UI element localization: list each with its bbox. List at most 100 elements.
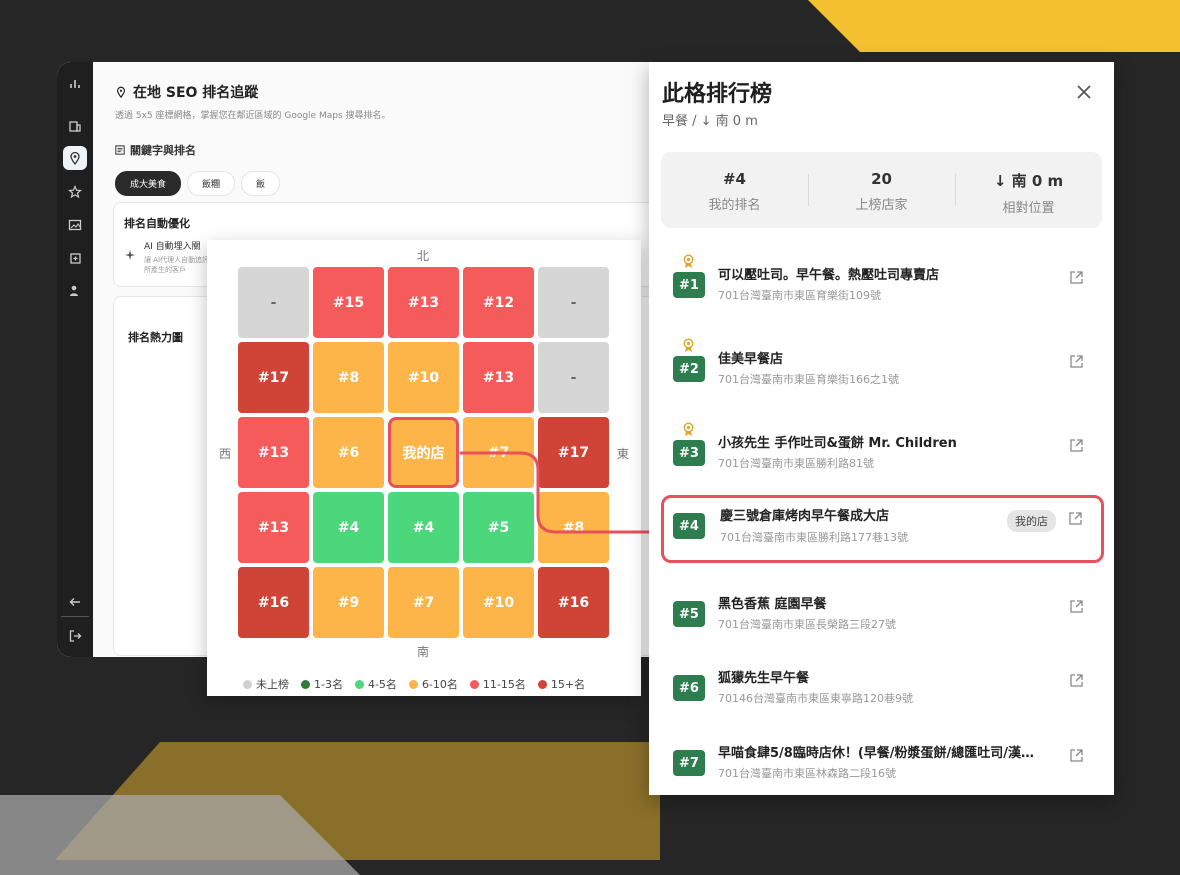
- legend-dot: [469, 680, 479, 689]
- heatmap-cell[interactable]: #17: [538, 417, 609, 488]
- heatmap-cell[interactable]: -: [238, 267, 309, 338]
- stat-my-rank: #4 我的排名: [661, 152, 808, 228]
- sidebar-rail: [57, 62, 93, 657]
- legend-item: 1-3名: [301, 676, 343, 692]
- back-arrow-icon[interactable]: [63, 590, 87, 614]
- heatmap-cell[interactable]: #4: [388, 492, 459, 563]
- heatmap-cell[interactable]: #12: [463, 267, 534, 338]
- external-link-icon[interactable]: [1069, 673, 1084, 688]
- heatmap-cell[interactable]: #16: [538, 567, 609, 638]
- bar-chart-icon[interactable]: [63, 72, 87, 96]
- external-link-icon[interactable]: [1068, 511, 1083, 526]
- heatmap-cell[interactable]: #16: [238, 567, 309, 638]
- stat-label: 我的排名: [708, 198, 761, 213]
- store-address: 701台灣臺南市東區育樂街166之1號: [718, 373, 899, 386]
- stat-label: 上榜店家: [855, 198, 908, 213]
- ranking-item[interactable]: #3 小孩先生 手作吐司&蛋餅 Mr. Children 701台灣臺南市東區勝利路…: [662, 422, 1102, 484]
- rank-badge: #4: [673, 513, 705, 539]
- star-icon[interactable]: [63, 180, 87, 204]
- legend-label: 未上榜: [256, 678, 289, 691]
- external-link-icon[interactable]: [1069, 748, 1084, 763]
- heatmap-cell[interactable]: #13: [238, 492, 309, 563]
- close-icon[interactable]: [1074, 82, 1094, 102]
- keywords-section-title: 關鍵字與排名: [115, 142, 196, 158]
- heatmap-cell[interactable]: #5: [463, 492, 534, 563]
- store-name: 早喵食肆5/8臨時店休！(早餐/粉漿蛋餅/總匯吐司/漢…: [718, 746, 1035, 761]
- ranking-item[interactable]: #5 黑色香蕉 庭園早餐 701台灣臺南市東區長榮路三段27號: [662, 583, 1102, 645]
- rank-badge: #2: [673, 356, 705, 382]
- rank-badge: #3: [673, 440, 705, 466]
- heatmap-cell[interactable]: #10: [388, 342, 459, 413]
- heatmap-cell[interactable]: #8: [538, 492, 609, 563]
- heatmap-card-title: 排名熱力圖: [128, 331, 183, 344]
- user-icon[interactable]: [63, 279, 87, 303]
- ranking-item-my-store[interactable]: #4 慶三號倉庫烤肉早午餐成大店 701台灣臺南市東區勝利路177巷13號 我的店: [661, 495, 1104, 563]
- image-icon[interactable]: [63, 213, 87, 237]
- legend-label: 15+名: [550, 678, 586, 691]
- logout-icon[interactable]: [63, 624, 87, 648]
- map-pin-icon: [116, 86, 126, 98]
- keyword-chip[interactable]: 成大美食: [115, 171, 182, 196]
- auto-optimize-title: 排名自動優化: [124, 217, 190, 230]
- medal-icon: [683, 338, 694, 352]
- map-pin-icon[interactable]: [63, 146, 87, 170]
- external-link-icon[interactable]: [1069, 599, 1084, 614]
- store-name: 黑色香蕉 庭園早餐: [718, 597, 827, 612]
- legend-item: 6-10名: [408, 676, 458, 692]
- ranking-item[interactable]: #6 狐獴先生早午餐 70146台灣臺南市東區東寧路120巷9號: [662, 657, 1102, 719]
- stat-value: ↓ 南 0 m: [993, 172, 1064, 190]
- stat-relative-position: ↓ 南 0 m 相對位置: [955, 152, 1102, 228]
- rank-badge: #6: [673, 675, 705, 701]
- heatmap-cell-my-store[interactable]: 我的店: [388, 417, 459, 488]
- legend-item: 11-15名: [469, 676, 526, 692]
- legend-item: 15+名: [537, 676, 586, 692]
- ranking-item[interactable]: #1 可以壓吐司。早午餐。熱壓吐司專賣店 701台灣臺南市東區育樂街109號: [662, 254, 1102, 316]
- heatmap-cell[interactable]: #7: [388, 567, 459, 638]
- compass-north: 北: [417, 249, 430, 263]
- keyword-chip[interactable]: 飯: [241, 171, 281, 196]
- building-icon[interactable]: [63, 114, 87, 138]
- heatmap-cell[interactable]: -: [538, 342, 609, 413]
- rank-badge: #5: [673, 601, 705, 627]
- ai-auto-description: 讓 AI代理人自動追評」所產生的客戶: [144, 256, 213, 274]
- ranking-stats: #4 我的排名 20 上榜店家 ↓ 南 0 m 相對位置: [661, 152, 1102, 228]
- legend-label: 6-10名: [421, 678, 458, 691]
- heatmap-cell[interactable]: #17: [238, 342, 309, 413]
- heatmap-cell[interactable]: #4: [313, 492, 384, 563]
- ranking-subtitle: 早餐 / ↓ 南 0 m: [662, 114, 758, 129]
- heatmap-cell[interactable]: #8: [313, 342, 384, 413]
- my-store-tag: 我的店: [1007, 510, 1056, 532]
- heatmap-cell[interactable]: #7: [463, 417, 534, 488]
- rank-badge: #7: [673, 750, 705, 776]
- add-content-icon[interactable]: [63, 246, 87, 270]
- legend-dot: [301, 680, 310, 689]
- heatmap-cell[interactable]: #15: [313, 267, 384, 338]
- store-name: 小孩先生 手作吐司&蛋餅 Mr. Children: [718, 436, 957, 451]
- heatmap-cell[interactable]: -: [538, 267, 609, 338]
- heatmap-cell[interactable]: #13: [463, 342, 534, 413]
- heatmap-cell[interactable]: #10: [463, 567, 534, 638]
- cell-ranking-panel: 此格排行榜 早餐 / ↓ 南 0 m #4 我的排名 20 上榜店家 ↓ 南 0…: [649, 62, 1114, 795]
- heatmap-cell[interactable]: #6: [313, 417, 384, 488]
- heatmap-cell[interactable]: #13: [238, 417, 309, 488]
- ranking-item[interactable]: #2 佳美早餐店 701台灣臺南市東區育樂街166之1號: [662, 338, 1102, 400]
- heatmap-cell[interactable]: #9: [313, 567, 384, 638]
- keyword-chip[interactable]: 飯糰: [187, 171, 236, 196]
- external-link-icon[interactable]: [1069, 354, 1084, 369]
- store-address: 701台灣臺南市東區勝利路81號: [718, 457, 874, 470]
- ranking-item[interactable]: #7 早喵食肆5/8臨時店休！(早餐/粉漿蛋餅/總匯吐司/漢… 701台灣臺南市東區…: [662, 732, 1102, 794]
- store-name: 佳美早餐店: [718, 352, 784, 367]
- external-link-icon[interactable]: [1069, 270, 1084, 285]
- legend-dot: [537, 680, 547, 689]
- legend-dot: [354, 680, 364, 689]
- store-address: 70146台灣臺南市東區東寧路120巷9號: [718, 692, 913, 705]
- heatmap-cell[interactable]: #13: [388, 267, 459, 338]
- keyword-chips: 成大美食 飯糰 飯: [115, 171, 281, 196]
- legend-item: 未上榜: [243, 676, 289, 692]
- sparkle-icon: [125, 250, 135, 260]
- external-link-icon[interactable]: [1069, 438, 1084, 453]
- rank-badge: #1: [673, 272, 705, 298]
- ranking-title: 此格排行榜: [662, 82, 773, 107]
- medal-icon: [683, 254, 694, 268]
- stat-listed-count: 20 上榜店家: [808, 152, 955, 228]
